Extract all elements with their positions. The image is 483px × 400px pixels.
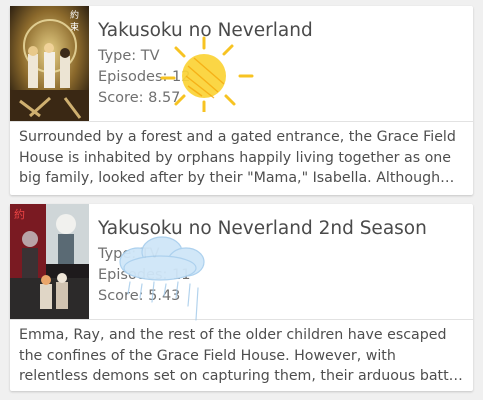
card-divider	[10, 121, 473, 122]
card-divider	[10, 319, 473, 320]
anime-score: Score: 8.57	[98, 90, 181, 106]
anime-type: Type: TV	[98, 48, 160, 64]
anime-type: Type: TV	[98, 246, 160, 262]
cover-image: 約	[10, 204, 89, 319]
anime-card[interactable]: 約 束 Yakusoku no Neverland Type: TV Episo…	[10, 6, 473, 195]
cover-image: 約 束	[10, 6, 89, 121]
anime-title[interactable]: Yakusoku no Neverland 2nd Season	[98, 218, 427, 239]
svg-text:約: 約	[14, 207, 25, 221]
anime-card[interactable]: 約 Yakusoku no Neverland 2nd Season Type:…	[10, 204, 473, 391]
anime-episodes: Episodes: 12	[98, 69, 191, 85]
anime-episodes: Episodes: 11	[98, 267, 191, 283]
anime-synopsis: Surrounded by a forest and a gated entra…	[19, 129, 456, 186]
svg-text:束: 束	[70, 22, 79, 33]
anime-score: Score: 5.43	[98, 288, 181, 304]
anime-synopsis: Emma, Ray, and the rest of the older chi…	[19, 327, 462, 384]
svg-text:約: 約	[70, 9, 79, 21]
anime-title[interactable]: Yakusoku no Neverland	[98, 20, 313, 41]
